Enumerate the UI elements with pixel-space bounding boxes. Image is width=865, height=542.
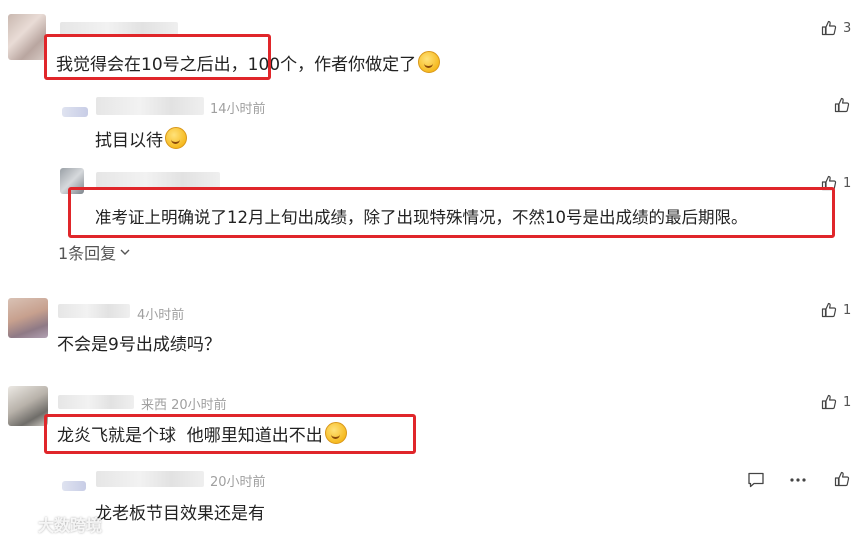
- thumbs-up-icon: [821, 394, 837, 410]
- like-button[interactable]: [834, 471, 850, 487]
- watermark-text: 大数跨境: [38, 516, 103, 535]
- thinking-emoji-icon: [165, 127, 187, 149]
- like-button[interactable]: [834, 97, 850, 113]
- thumbs-up-icon: [834, 471, 850, 487]
- like-button[interactable]: 1: [821, 394, 851, 410]
- avatar[interactable]: [8, 386, 48, 426]
- avatar[interactable]: [8, 14, 46, 60]
- timestamp: 4小时前: [137, 308, 185, 323]
- watermark: 大数跨境: [8, 512, 102, 536]
- highlight-box: [44, 414, 416, 454]
- timestamp: 来西 20小时前: [141, 398, 227, 413]
- chevron-down-icon: [120, 249, 130, 255]
- reply-text: 拭目以待: [95, 126, 187, 151]
- like-count: 1: [843, 175, 852, 191]
- thumbs-up-icon: [821, 20, 837, 36]
- username-blurred[interactable]: [96, 172, 220, 188]
- watermark-logo-icon: [11, 515, 26, 533]
- username-blurred[interactable]: [96, 471, 204, 487]
- timestamp: 14小时前: [210, 102, 266, 117]
- highlight-box: [68, 187, 835, 238]
- like-count: 1: [843, 394, 852, 410]
- expand-replies-button[interactable]: 1条回复: [58, 240, 131, 264]
- thumbs-up-icon: [821, 302, 837, 318]
- expand-label: 1条回复: [58, 244, 117, 263]
- grin-emoji-icon: [418, 51, 441, 73]
- comment-text: 不会是9号出成绩吗？: [57, 335, 221, 355]
- thumbs-up-icon: [834, 97, 850, 113]
- more-icon[interactable]: [789, 471, 809, 491]
- username-blurred[interactable]: [58, 395, 134, 409]
- like-button[interactable]: 3: [821, 20, 851, 36]
- username-blurred[interactable]: [58, 304, 130, 318]
- highlight-box: [44, 34, 271, 80]
- reply-text: 龙老板节目效果还是有: [95, 504, 265, 524]
- avatar[interactable]: [62, 481, 86, 491]
- like-count: 1: [843, 302, 852, 318]
- avatar[interactable]: [62, 107, 88, 117]
- comment-icon[interactable]: [747, 471, 767, 491]
- like-button[interactable]: 1: [821, 302, 851, 318]
- username-blurred[interactable]: [96, 97, 204, 115]
- avatar[interactable]: [8, 298, 48, 338]
- like-count: 3: [843, 20, 852, 36]
- timestamp: 20小时前: [210, 475, 266, 490]
